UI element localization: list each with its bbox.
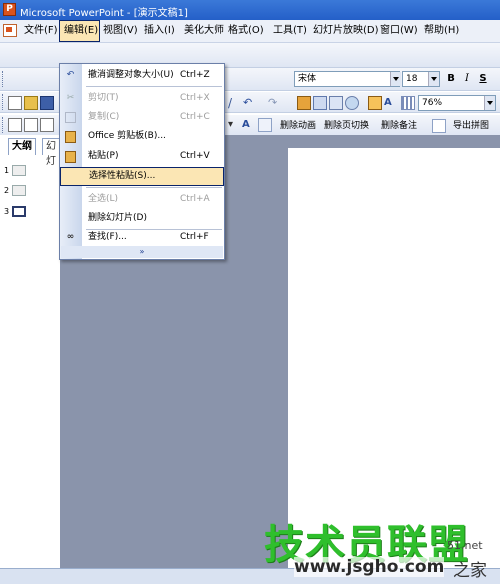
slide-number: 2 (4, 186, 10, 195)
tab-outline[interactable]: 大纲 (8, 138, 36, 155)
clipboard-icon (65, 131, 76, 143)
menu-format[interactable]: 格式(O) (228, 20, 264, 42)
export-image-icon[interactable] (432, 119, 446, 133)
font-size-dropdown-icon[interactable] (428, 72, 439, 86)
menu-item-delete-slide[interactable]: 删除幻灯片(D) (60, 209, 224, 228)
delete-transition-button[interactable]: 删除页切换 (324, 118, 369, 134)
menu-view[interactable]: 视图(V) (103, 20, 138, 42)
edit-menu-dropdown: ↶ 撤消调整对象大小(U) Ctrl+Z ✂ 剪切(T) Ctrl+X 复制(C… (59, 63, 225, 260)
font-name-box[interactable]: 宋体 (294, 71, 400, 87)
menu-insert[interactable]: 插入(I) (144, 20, 175, 42)
menu-bar: 文件(F) 编辑(E) 视图(V) 插入(I) 美化大师 格式(O) 工具(T)… (0, 20, 500, 43)
menu-item-paste-special[interactable]: 选择性粘贴(S)... (60, 167, 224, 186)
insert-table-icon[interactable] (313, 96, 327, 110)
menu-edit[interactable]: 编辑(E) (59, 20, 100, 42)
outline-slides-panel (0, 135, 61, 583)
delete-notes-button[interactable]: 删除备注 (381, 118, 417, 134)
grid-icon[interactable] (401, 96, 415, 110)
slide-thumbnail (12, 185, 26, 196)
menu-item-undo[interactable]: ↶ 撤消调整对象大小(U) Ctrl+Z (60, 66, 224, 85)
document-icon[interactable] (3, 24, 17, 37)
underline-button[interactable]: S (476, 72, 490, 86)
menu-item-find[interactable]: ∞ 查找(F)... Ctrl+F (60, 228, 224, 247)
show-formatting-icon[interactable]: A (384, 96, 398, 110)
align-icon[interactable]: A (242, 118, 256, 132)
slide-canvas[interactable] (288, 148, 500, 568)
align-text-icon[interactable] (258, 118, 272, 132)
tab-slides[interactable]: 幻灯 (42, 138, 60, 167)
watermark-url: www.jsgho.com (294, 557, 445, 577)
slide-sorter-icon[interactable] (24, 118, 38, 132)
menu-slideshow[interactable]: 幻灯片放映(D) (313, 20, 379, 42)
italic-button[interactable]: I (460, 72, 474, 86)
save-icon[interactable] (40, 96, 54, 110)
powerpoint-app-icon[interactable]: P (3, 3, 16, 16)
toolbar-grip[interactable] (2, 71, 6, 87)
menu-window[interactable]: 窗口(W) (380, 20, 418, 42)
slide-number: 1 (4, 166, 10, 175)
menu-item-paste[interactable]: 粘贴(P) Ctrl+V (60, 147, 224, 166)
zoom-dropdown-icon[interactable] (484, 96, 495, 110)
menu-beautify-master[interactable]: 美化大师 (184, 20, 224, 42)
slide-thumbnail (12, 165, 26, 176)
title-bar: P Microsoft PowerPoint - [演示文稿1] (0, 0, 500, 20)
insert-clipart-icon[interactable] (345, 96, 359, 110)
menu-item-select-all[interactable]: 全选(L) Ctrl+A (60, 190, 224, 209)
new-document-icon[interactable] (8, 96, 22, 110)
font-name-dropdown-icon[interactable] (390, 72, 401, 86)
menu-file[interactable]: 文件(F) (24, 20, 58, 42)
toolbar-dropdown-icon[interactable]: ▾ (228, 118, 242, 132)
toolbar-grip[interactable] (2, 117, 6, 133)
slide-thumbnail-selected (12, 206, 26, 217)
panel-tabs: 大纲 幻灯 (0, 138, 60, 167)
toolbar-grip[interactable] (2, 94, 6, 110)
menu-item-office-clipboard[interactable]: Office 剪贴板(B)... (60, 127, 224, 146)
menu-separator (86, 187, 222, 188)
watermark-suffix: 51.net (447, 539, 483, 552)
window-title: Microsoft PowerPoint - [演示文稿1] (20, 8, 188, 19)
export-puzzle-button[interactable]: 导出拼图 (453, 118, 489, 134)
menu-tools[interactable]: 工具(T) (273, 20, 307, 42)
paste-icon (65, 151, 76, 163)
normal-view-icon[interactable] (8, 118, 22, 132)
undo-toolbar-icon[interactable]: ↶ (243, 96, 257, 110)
menu-help[interactable]: 帮助(H) (424, 20, 459, 42)
expand-all-icon[interactable] (368, 96, 382, 110)
open-folder-icon[interactable] (24, 96, 38, 110)
slide-number: 3 (4, 207, 10, 216)
menu-item-copy[interactable]: 复制(C) Ctrl+C (60, 108, 224, 127)
bold-button[interactable]: B (444, 72, 458, 86)
delete-animation-button[interactable]: 删除动画 (280, 118, 316, 134)
slideshow-view-icon[interactable] (40, 118, 54, 132)
powerpoint-window: P Microsoft PowerPoint - [演示文稿1] 文件(F) 编… (0, 0, 500, 584)
undo-icon: ↶ (66, 70, 75, 80)
draw-icon[interactable]: / (228, 96, 242, 110)
menu-item-cut[interactable]: ✂ 剪切(T) Ctrl+X (60, 89, 224, 108)
insert-chart-icon[interactable] (297, 96, 311, 110)
binoculars-icon: ∞ (66, 232, 75, 242)
redo-toolbar-icon[interactable]: ↷ (268, 96, 282, 110)
scissors-icon: ✂ (66, 93, 75, 103)
tables-borders-icon[interactable] (329, 96, 343, 110)
menu-separator (86, 86, 222, 87)
menu-expand-chevron-icon[interactable]: » (61, 246, 223, 258)
copy-icon (65, 112, 76, 123)
watermark-suffix-2: 之家 (453, 561, 487, 581)
